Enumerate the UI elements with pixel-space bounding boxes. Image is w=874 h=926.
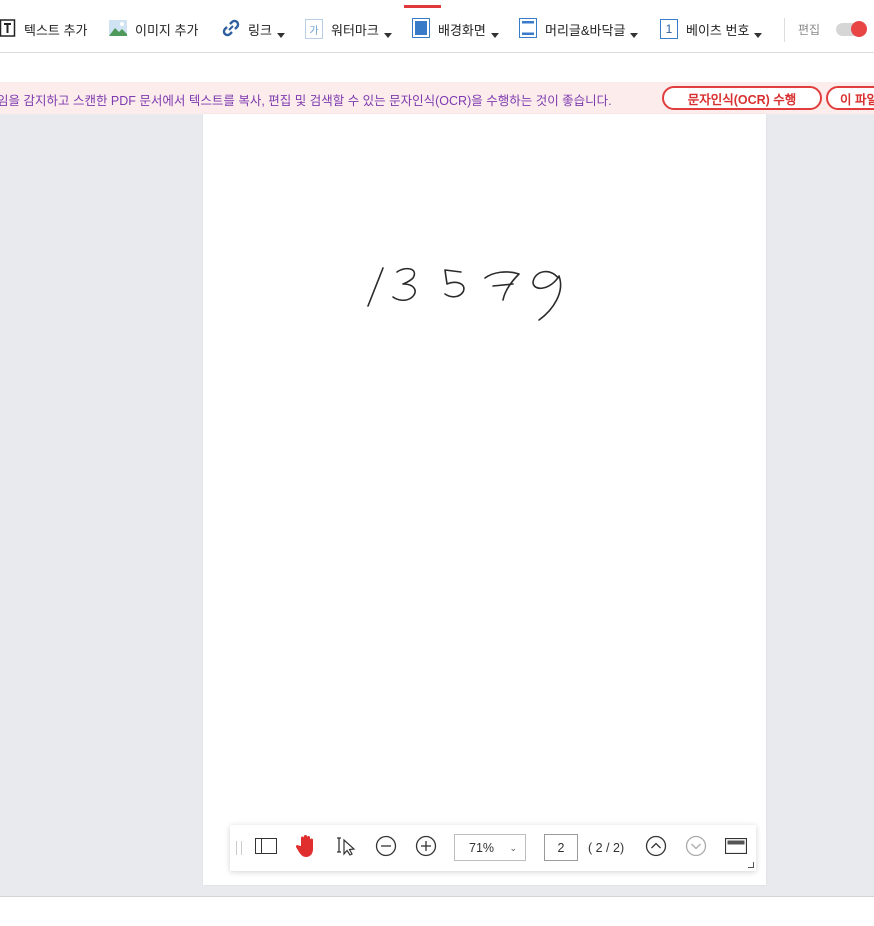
zoom-level-select[interactable]: 71% ⌄ xyxy=(454,834,526,861)
link-dropdown-icon xyxy=(276,32,285,38)
hand-icon xyxy=(295,834,317,863)
background-label: 배경화면 xyxy=(438,22,486,38)
bates-number-label: 베이츠 번호 xyxy=(686,22,750,38)
ocr-notice-bar: 임을 감지하고 스캔한 PDF 문서에서 텍스트를 복사, 편집 및 검색할 수… xyxy=(0,82,874,114)
resize-handle[interactable] xyxy=(748,862,754,868)
bates-number-dropdown-icon xyxy=(754,32,763,38)
header-footer-label: 머리글&바닥글 xyxy=(545,22,626,38)
header-footer-button[interactable]: 머리글&바닥글 xyxy=(519,15,639,43)
sidebar-toggle-button[interactable] xyxy=(254,836,278,860)
background-dropdown-icon xyxy=(490,32,499,38)
add-text-label: 텍스트 추가 xyxy=(24,22,88,38)
sidebar-icon xyxy=(255,837,277,859)
zoom-in-button[interactable] xyxy=(414,835,438,862)
active-tab-indicator xyxy=(404,5,441,8)
hand-tool-button[interactable] xyxy=(293,834,319,863)
current-page-input[interactable]: 2 xyxy=(544,834,578,861)
watermark-icon: 가 xyxy=(305,19,323,39)
text-select-cursor-icon xyxy=(335,836,359,861)
ocr-notice-text: 임을 감지하고 스캔한 PDF 문서에서 텍스트를 복사, 편집 및 검색할 수… xyxy=(0,94,612,108)
background-icon xyxy=(412,17,430,41)
bates-number-button[interactable]: 1 베이츠 번호 xyxy=(660,15,763,43)
page-count-label: ( 2 / 2) xyxy=(588,841,625,855)
chevron-down-circle-icon xyxy=(685,835,707,862)
chevron-down-icon: ⌄ xyxy=(509,843,517,853)
edit-mode-toggle[interactable] xyxy=(836,21,867,37)
document-viewer[interactable] xyxy=(0,114,874,896)
add-image-button[interactable]: 이미지 추가 xyxy=(109,15,198,43)
previous-page-button[interactable] xyxy=(644,835,668,862)
header-footer-dropdown-icon xyxy=(630,32,639,38)
link-button[interactable]: 링크 xyxy=(222,15,285,43)
status-area xyxy=(0,896,874,926)
link-label: 링크 xyxy=(248,22,272,38)
edit-mode-label: 편집 xyxy=(798,23,821,37)
add-text-button[interactable]: 텍스트 추가 xyxy=(0,15,87,43)
pdf-page xyxy=(203,114,766,885)
fit-page-icon xyxy=(724,837,748,859)
watermark-button[interactable]: 가 워터마크 xyxy=(305,15,392,43)
toolbar-divider xyxy=(784,18,785,42)
link-icon xyxy=(222,19,240,40)
fit-width-button[interactable] xyxy=(724,836,748,860)
select-tool-button[interactable] xyxy=(334,836,360,860)
background-button[interactable]: 배경화면 xyxy=(412,15,499,43)
watermark-label: 워터마크 xyxy=(331,22,379,38)
bates-number-icon: 1 xyxy=(660,19,678,39)
next-page-button[interactable] xyxy=(684,835,708,862)
watermark-dropdown-icon xyxy=(383,32,392,38)
main-toolbar: 텍스트 추가 이미지 추가 링크 가 워터마크 배경화면 머리글&바닥글 1 베… xyxy=(0,0,874,53)
perform-ocr-button[interactable]: 문자인식(OCR) 수행 xyxy=(662,86,822,110)
page-navigation-bar: 71% ⌄ 2 ( 2 / 2) xyxy=(230,825,756,871)
header-footer-icon xyxy=(519,17,537,41)
zoom-level-value: 71% xyxy=(469,840,495,855)
this-file-button[interactable]: 이 파일 xyxy=(826,86,874,110)
handwritten-digits-image xyxy=(367,267,562,321)
zoom-out-button[interactable] xyxy=(374,835,398,862)
add-image-label: 이미지 추가 xyxy=(135,22,199,38)
zoom-out-icon xyxy=(375,835,397,862)
toggle-knob xyxy=(851,21,867,37)
chevron-up-circle-icon xyxy=(645,835,667,862)
zoom-in-icon xyxy=(415,835,437,862)
drag-handle[interactable] xyxy=(236,841,242,855)
image-add-icon xyxy=(109,19,127,39)
text-add-icon xyxy=(0,18,16,40)
